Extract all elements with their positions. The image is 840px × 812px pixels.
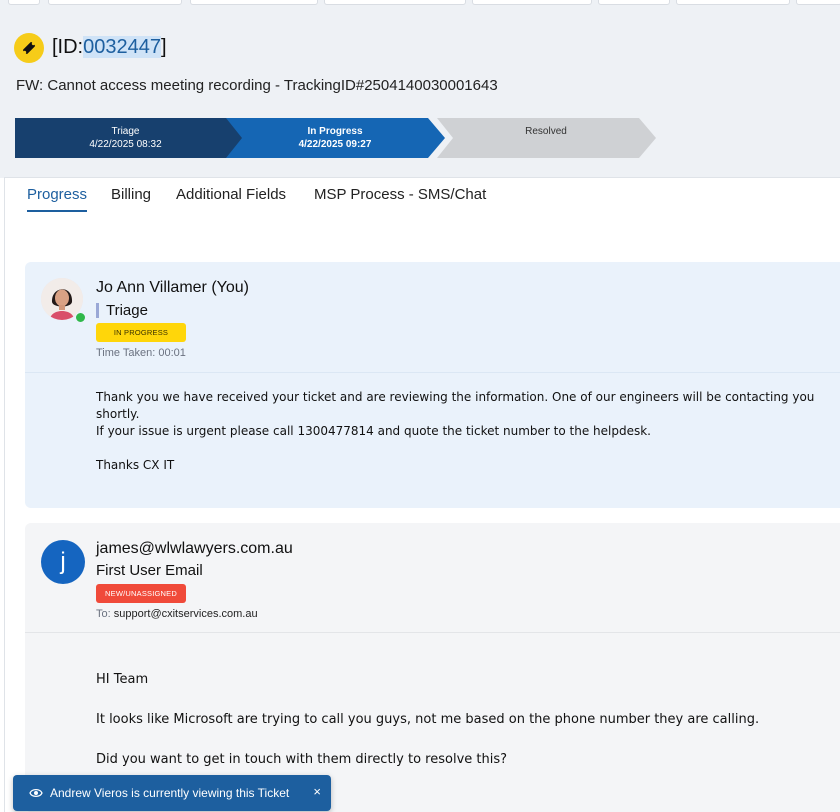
toast-message: Andrew Vieros is currently viewing this … bbox=[50, 786, 290, 800]
ticket-tabs: Progress Billing Additional Fields MSP P… bbox=[4, 177, 840, 213]
time-taken-value: 00:01 bbox=[158, 347, 186, 359]
toolbar-chip[interactable] bbox=[48, 0, 182, 5]
stage-label: Triage bbox=[111, 126, 140, 137]
activity-entry: j james@wlwlawyers.com.au First User Ema… bbox=[25, 523, 840, 812]
stage-in-progress[interactable]: In Progress 4/22/2025 09:27 bbox=[233, 118, 437, 158]
entry-body: Thank you we have received your ticket a… bbox=[96, 389, 840, 474]
time-taken-label: Time Taken: bbox=[96, 347, 156, 359]
ticket-title: FW: Cannot access meeting recording - Tr… bbox=[16, 77, 498, 94]
stage-triage[interactable]: Triage 4/22/2025 08:32 bbox=[15, 118, 236, 158]
toolbar-chip[interactable] bbox=[598, 0, 670, 5]
stage-date: 4/22/2025 09:27 bbox=[298, 139, 372, 150]
divider bbox=[25, 372, 840, 373]
status-badge: IN PROGRESS bbox=[96, 323, 186, 342]
tab-billing[interactable]: Billing bbox=[111, 186, 151, 203]
body-line: Thank you we have received your ticket a… bbox=[96, 390, 815, 421]
email-recipient: To: support@cxitservices.com.au bbox=[96, 608, 258, 620]
ticket-header: [ID:0032447] FW: Cannot access meeting r… bbox=[0, 14, 840, 178]
stage-label: Resolved bbox=[525, 126, 567, 137]
ticket-id-suffix: ] bbox=[161, 36, 167, 58]
entry-stage: Triage bbox=[96, 303, 148, 318]
top-toolbar-strip bbox=[0, 0, 840, 14]
divider bbox=[25, 632, 840, 633]
stage-label: In Progress bbox=[307, 126, 363, 137]
toolbar-chip[interactable] bbox=[676, 0, 790, 5]
toolbar-chip[interactable] bbox=[8, 0, 40, 5]
activity-entry: Jo Ann Villamer (You) Triage IN PROGRESS… bbox=[25, 262, 840, 508]
body-line: If your issue is urgent please call 1300… bbox=[96, 424, 651, 438]
entry-author: james@wlwlawyers.com.au bbox=[96, 540, 293, 557]
stage-date: 4/22/2025 08:32 bbox=[89, 139, 162, 150]
ticket-icon bbox=[14, 33, 44, 63]
time-taken: Time Taken: 00:01 bbox=[96, 347, 186, 359]
toolbar-chip[interactable] bbox=[324, 0, 466, 5]
online-status-icon bbox=[75, 312, 86, 323]
ticket-id: [ID:0032447] bbox=[52, 36, 167, 59]
to-label: To: bbox=[96, 608, 111, 620]
tab-progress[interactable]: Progress bbox=[27, 186, 88, 212]
viewer-notification-toast: Andrew Vieros is currently viewing this … bbox=[13, 775, 331, 811]
tab-additional-fields[interactable]: Additional Fields bbox=[176, 186, 286, 203]
close-icon[interactable]: × bbox=[313, 784, 321, 799]
toolbar-chip[interactable] bbox=[796, 0, 840, 5]
body-line: Thanks CX IT bbox=[96, 458, 175, 472]
to-address: support@cxitservices.com.au bbox=[113, 608, 258, 620]
toolbar-chip[interactable] bbox=[472, 0, 592, 5]
body-line: It looks like Microsoft are trying to ca… bbox=[96, 712, 760, 727]
entry-subtitle: First User Email bbox=[96, 562, 203, 579]
ticket-id-number[interactable]: 0032447 bbox=[83, 36, 161, 58]
stage-resolved[interactable]: Resolved bbox=[445, 118, 647, 158]
tab-msp-process[interactable]: MSP Process - SMS/Chat bbox=[314, 186, 486, 203]
entry-author: Jo Ann Villamer (You) bbox=[96, 279, 249, 296]
status-badge: NEW/UNASSIGNED bbox=[96, 584, 186, 603]
stage-progress-bar: Triage 4/22/2025 08:32 In Progress 4/22/… bbox=[15, 118, 675, 158]
body-line: Did you want to get in touch with them d… bbox=[96, 752, 508, 767]
ticket-id-prefix: [ID: bbox=[52, 36, 84, 58]
avatar: j bbox=[41, 540, 85, 584]
toolbar-chip[interactable] bbox=[190, 0, 318, 5]
body-line: HI Team bbox=[96, 672, 149, 687]
eye-icon bbox=[29, 788, 43, 798]
